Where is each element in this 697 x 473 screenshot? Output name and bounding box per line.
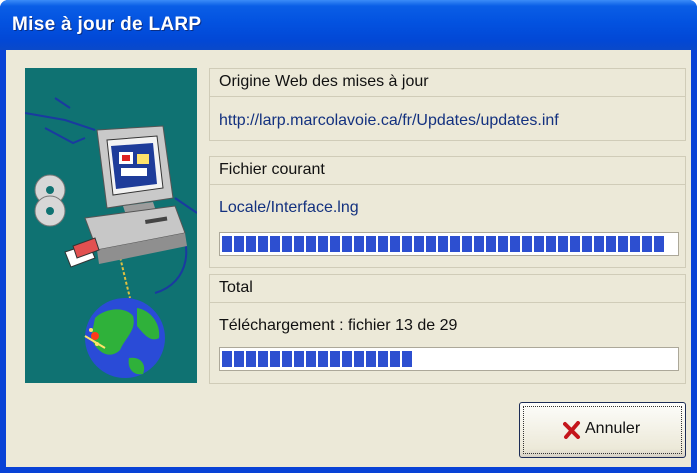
current-file-name: Locale/Interface.lng (219, 199, 359, 216)
update-dialog-window: Mise à jour de LARP Origine Web des mise… (0, 0, 697, 473)
update-source-url: http://larp.marcolavoie.ca/fr/Updates/up… (219, 112, 559, 129)
network-illustration (24, 68, 198, 383)
total-progress-bar (219, 347, 679, 371)
computer-globe-illustration-icon (24, 97, 198, 378)
current-file-group: Fichier courant Locale/Interface.lng (209, 156, 686, 268)
total-progress-fill (222, 351, 414, 367)
total-status-text: Téléchargement : fichier 13 de 29 (219, 317, 458, 334)
update-source-heading: Origine Web des mises à jour (210, 69, 685, 97)
current-file-progress-fill (222, 236, 666, 252)
current-file-heading: Fichier courant (210, 157, 685, 185)
total-group: Total Téléchargement : fichier 13 de 29 (209, 274, 686, 384)
total-heading: Total (210, 275, 685, 303)
current-file-progress-bar (219, 232, 679, 256)
window-title: Mise à jour de LARP (12, 14, 202, 35)
update-source-group: Origine Web des mises à jour http://larp… (209, 68, 686, 141)
title-bar[interactable]: Mise à jour de LARP (0, 0, 697, 50)
red-x-icon (563, 421, 580, 439)
dialog-client-area: Origine Web des mises à jour http://larp… (6, 50, 691, 467)
cancel-button[interactable]: Annuler (519, 402, 686, 458)
cancel-button-label: Annuler (585, 420, 641, 437)
